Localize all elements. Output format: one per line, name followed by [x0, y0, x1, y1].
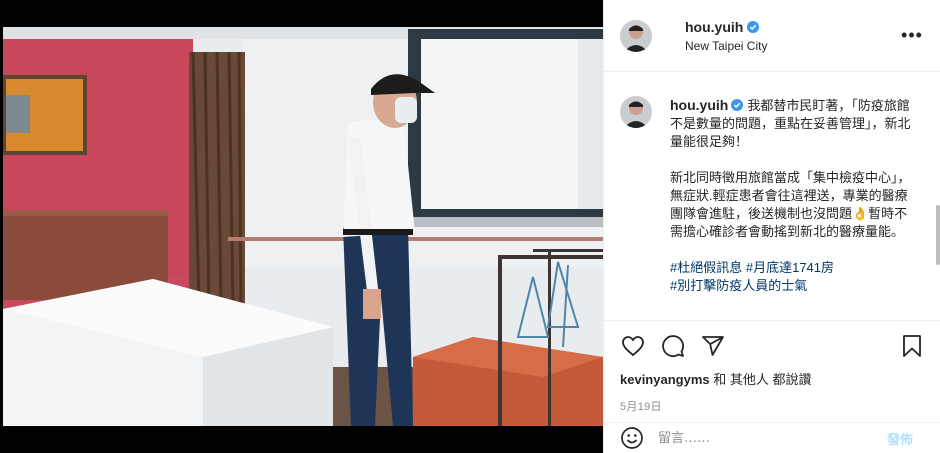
post-photo[interactable]: [3, 27, 603, 426]
bookmark-icon: [903, 335, 921, 357]
save-button[interactable]: [899, 333, 925, 359]
likes-rest[interactable]: 和 其他人 都說讚: [713, 372, 811, 387]
post-date[interactable]: 5月19日: [620, 398, 925, 414]
caption-paragraph-2: 新北同時徵用旅館當成「集中檢疫中心」，無症狀.輕症患者會往這裡送，專業的醫療團隊…: [670, 170, 911, 239]
post-header: hou.yuih New Taipei City •••: [604, 0, 940, 72]
post-media[interactable]: [0, 0, 603, 453]
post-comment-button[interactable]: 發佈: [887, 429, 913, 448]
avatar-image: [620, 96, 652, 128]
verified-badge-icon: [747, 20, 760, 33]
emoji-icon[interactable]: [620, 426, 644, 450]
photo-hotel-room: [3, 27, 603, 426]
caption-username[interactable]: hou.yuih: [670, 97, 728, 113]
header-location[interactable]: New Taipei City: [685, 39, 900, 53]
hashtag-link[interactable]: #月底達1741房: [746, 260, 834, 275]
header-username[interactable]: hou.yuih: [685, 19, 743, 35]
caption-text: hou.yuih 我都替市民盯著，「防疫旅館不是數量的問題，重點在妥善管理」，新北…: [670, 96, 918, 295]
comments-section: hou.yuih 我都替市民盯著，「防疫旅館不是數量的問題，重點在妥善管理」，新北…: [604, 84, 940, 320]
caption-avatar[interactable]: [620, 96, 652, 128]
comment-icon: [662, 335, 684, 357]
avatar[interactable]: [620, 19, 652, 52]
header-text: hou.yuih New Taipei City: [685, 19, 900, 53]
caption-row: hou.yuih 我都替市民盯著，「防疫旅館不是數量的問題，重點在妥善管理」，新北…: [620, 96, 925, 295]
comment-input[interactable]: [658, 430, 887, 446]
avatar-image: [620, 19, 652, 52]
liked-by-user[interactable]: kevinyangyms: [620, 372, 710, 387]
verified-badge-icon: [731, 99, 744, 111]
more-options-icon: •••: [901, 25, 923, 45]
action-bar: kevinyangyms 和 其他人 都說讚 5月19日: [604, 320, 940, 414]
send-icon: [702, 336, 724, 356]
action-icons: [620, 331, 925, 361]
heart-icon: [622, 336, 644, 357]
scrollbar[interactable]: [936, 205, 940, 265]
share-button[interactable]: [700, 333, 726, 359]
post-sidebar: hou.yuih New Taipei City ••• hou.yuih 我都…: [603, 0, 940, 453]
more-options-button[interactable]: •••: [900, 24, 924, 48]
hashtag-link[interactable]: #別打擊防疫人員的士氣: [670, 278, 807, 293]
likes-summary: kevinyangyms 和 其他人 都說讚: [620, 369, 925, 388]
like-button[interactable]: [620, 333, 646, 359]
comment-composer: 發佈: [604, 422, 940, 453]
comment-button[interactable]: [660, 333, 686, 359]
hashtag-link[interactable]: #杜絕假訊息: [670, 260, 742, 275]
